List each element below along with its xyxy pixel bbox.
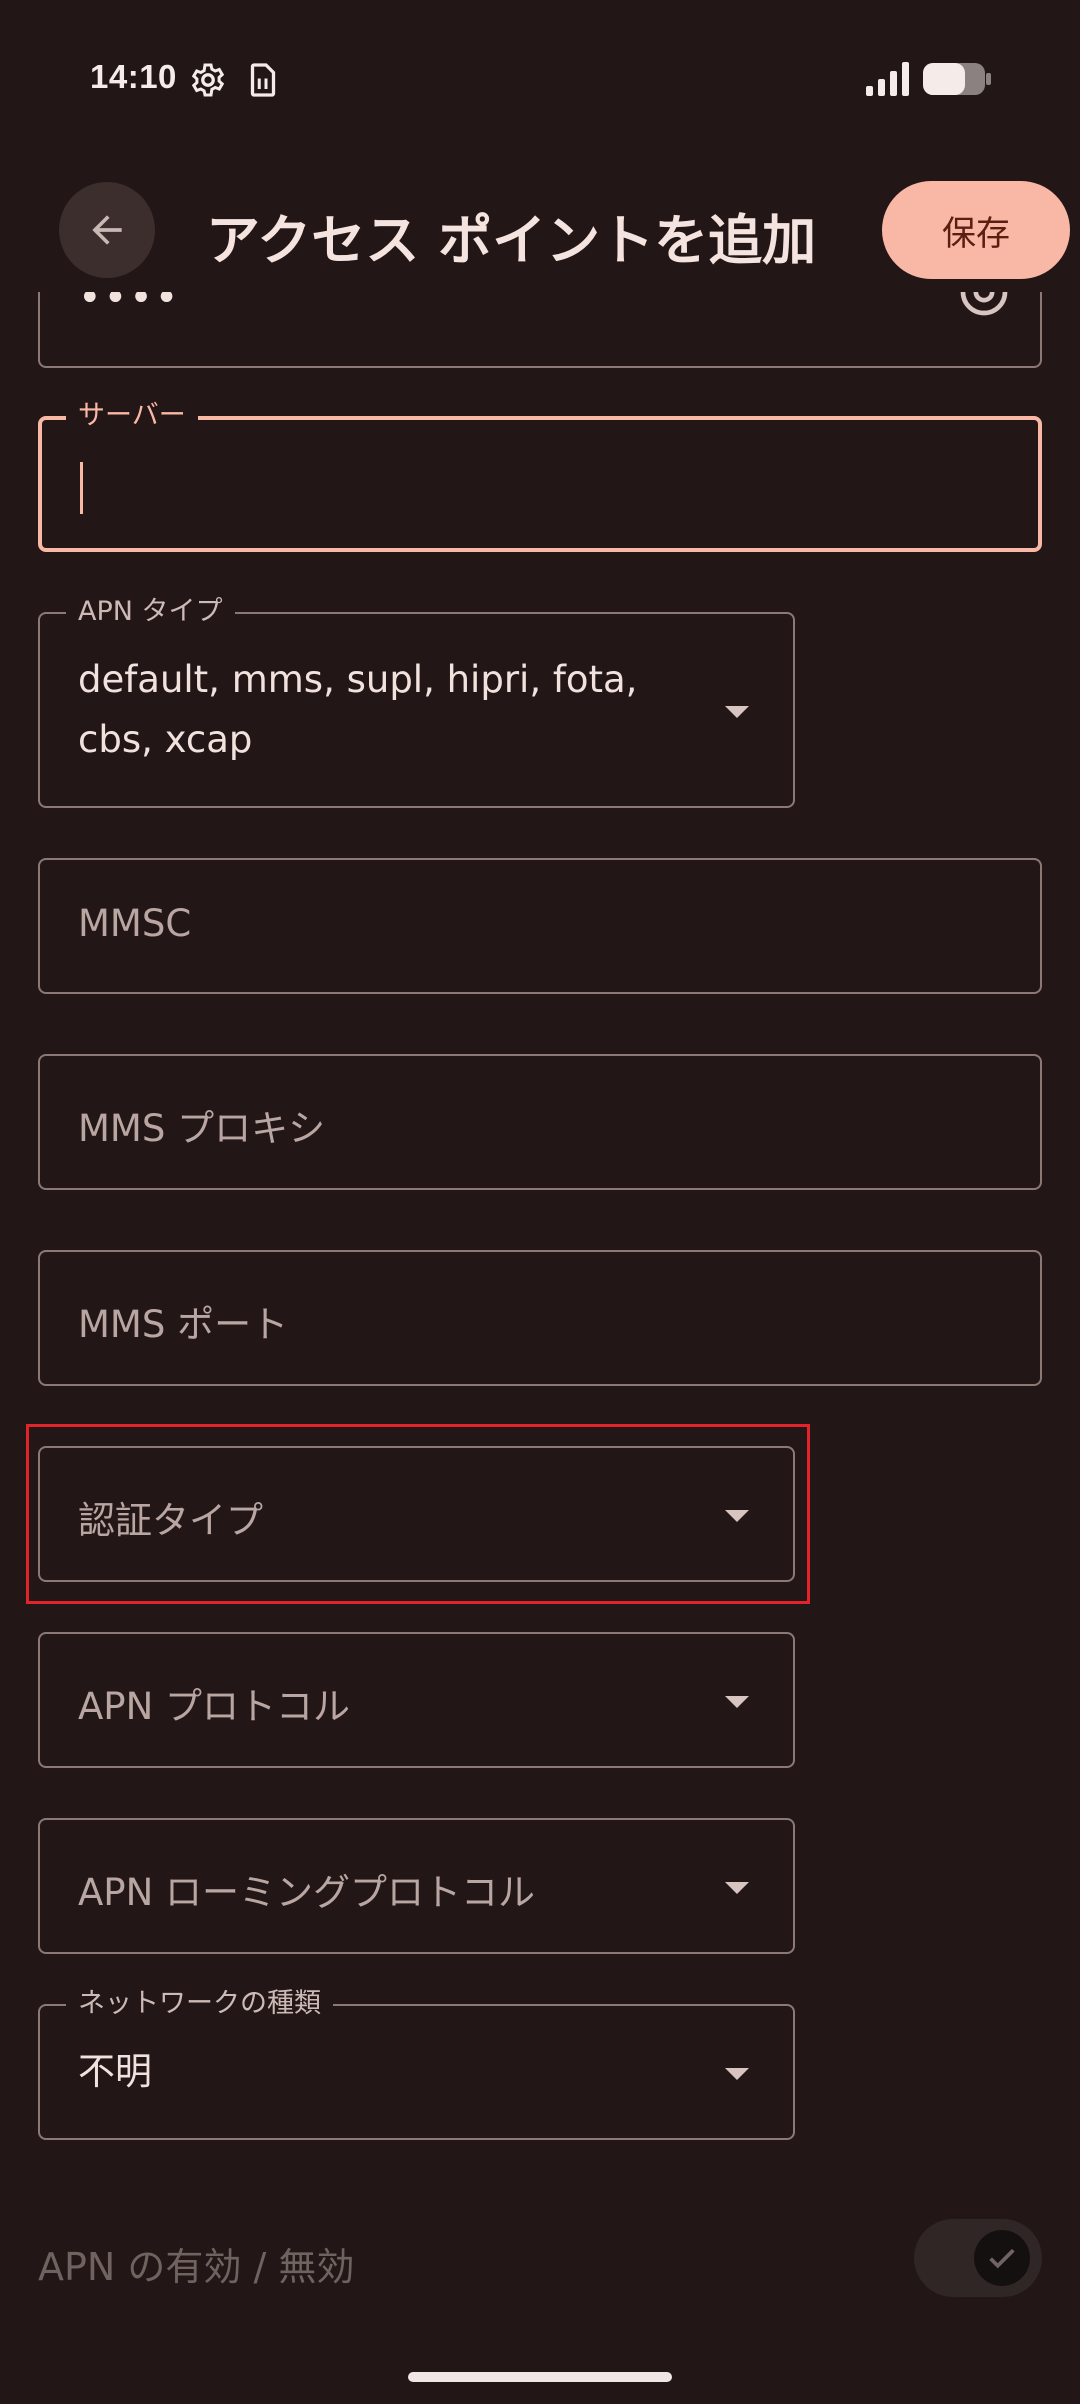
network-type-label: ネットワークの種類 <box>66 1989 333 2019</box>
status-time: 14:10 <box>90 58 177 95</box>
dropdown-arrow-icon <box>725 706 749 718</box>
apn-type-label: APN タイプ <box>66 597 235 627</box>
gear-icon <box>191 63 225 97</box>
apn-protocol-placeholder: APN プロトコル <box>78 1685 351 1728</box>
server-field[interactable]: サーバー <box>38 401 1042 552</box>
back-button-overlay[interactable] <box>59 182 155 278</box>
apn-type-dropdown[interactable]: APN タイプ default, mms, supl, hipri, fota,… <box>38 597 795 808</box>
mms-proxy-placeholder: MMS プロキシ <box>78 1107 326 1150</box>
mms-proxy-field[interactable]: MMS プロキシ <box>38 1054 1042 1190</box>
network-type-value: 不明 <box>78 2050 152 2093</box>
home-indicator[interactable] <box>408 2372 672 2382</box>
save-button[interactable]: 保存 <box>882 181 1070 279</box>
dropdown-arrow-icon <box>725 2068 749 2080</box>
dropdown-arrow-icon <box>725 1510 749 1522</box>
apn-protocol-dropdown[interactable]: APN プロトコル <box>38 1632 795 1768</box>
apn-roaming-protocol-placeholder: APN ローミングプロトコル <box>78 1871 536 1914</box>
server-label: サーバー <box>66 401 198 431</box>
sim-card-icon <box>250 63 276 97</box>
switch-thumb <box>974 2230 1030 2286</box>
text-cursor <box>80 462 83 514</box>
dropdown-arrow-icon <box>725 1696 749 1708</box>
apn-type-value: default, mms, supl, hipri, fota, cbs, xc… <box>78 658 638 761</box>
auth-type-placeholder: 認証タイプ <box>78 1499 263 1542</box>
battery-icon <box>923 63 991 95</box>
mms-port-placeholder: MMS ポート <box>78 1303 289 1346</box>
apn-enable-label: APN の有効 / 無効 <box>38 2245 355 2289</box>
mmsc-placeholder: MMSC <box>78 902 192 945</box>
dropdown-arrow-icon <box>725 1882 749 1894</box>
check-icon <box>989 2248 1015 2269</box>
mmsc-field[interactable]: MMSC <box>38 858 1042 994</box>
network-type-dropdown[interactable]: ネットワークの種類 不明 <box>38 1989 795 2140</box>
arrow-back-icon <box>92 215 122 245</box>
signal-strength-icon <box>866 62 909 96</box>
mms-port-field[interactable]: MMS ポート <box>38 1250 1042 1386</box>
page-title: アクセス ポイントを追加 <box>206 209 817 272</box>
apn-enable-switch[interactable] <box>914 2219 1042 2297</box>
auth-type-dropdown[interactable]: 認証タイプ <box>38 1446 795 1582</box>
apn-roaming-protocol-dropdown[interactable]: APN ローミングプロトコル <box>38 1818 795 1954</box>
